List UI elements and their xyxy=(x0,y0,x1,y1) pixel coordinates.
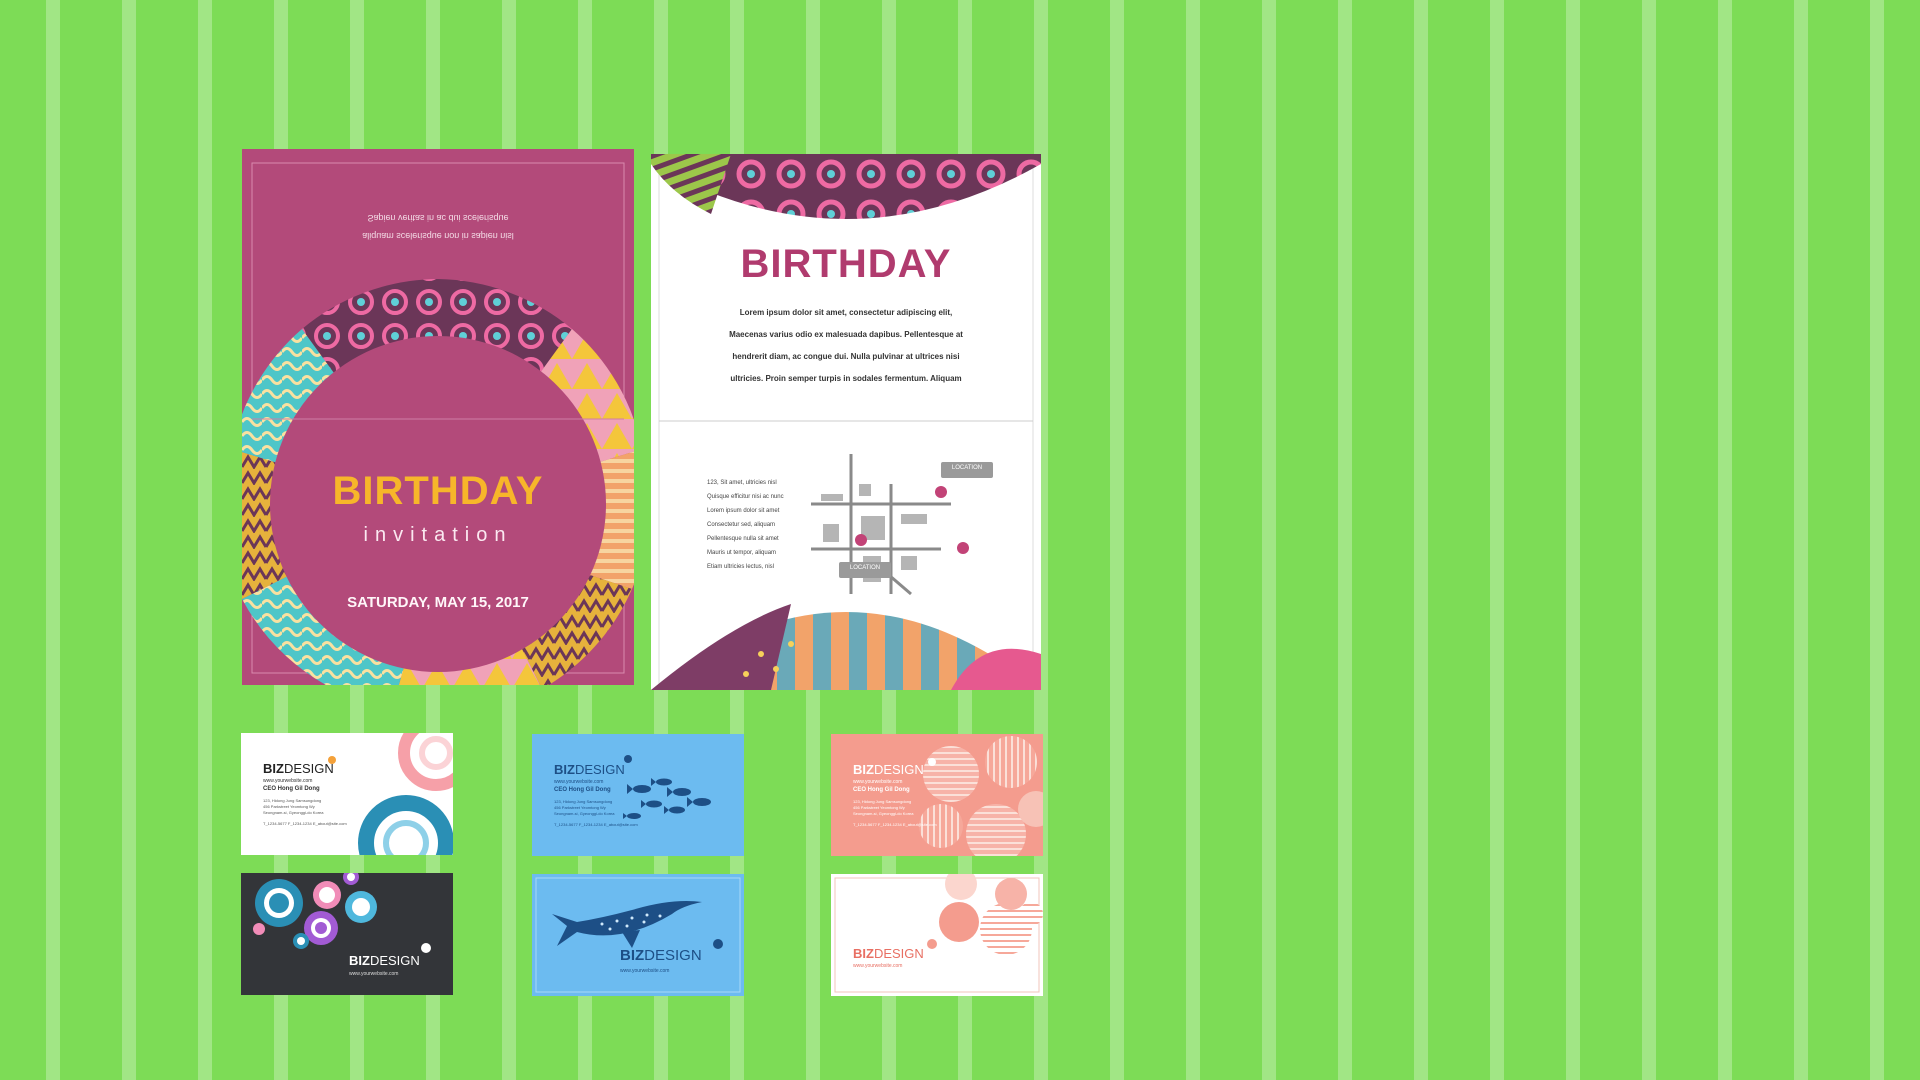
card-brand: BIZDESIGN xyxy=(554,762,625,777)
inner-body: Lorem ipsum dolor sit amet, consectetur … xyxy=(691,302,1001,390)
brand-light: DESIGN xyxy=(873,762,924,777)
card-brand: BIZDESIGN xyxy=(620,947,702,964)
map-tag-1-text: LOCATION xyxy=(951,465,983,471)
card-site: www.yourwebsite.com xyxy=(853,963,903,969)
address-line: 123, Sit amet, ultricies nisl xyxy=(707,480,777,486)
card-brand: BIZDESIGN xyxy=(853,946,924,961)
invitation-top-line-1: Sapien veritas in ac dui scelerisque xyxy=(367,213,509,223)
business-card-coral[interactable]: BIZDESIGN www.yourwebsite.com CEO Hong G… xyxy=(831,734,1043,856)
brand-bold: BIZ xyxy=(620,947,645,964)
card-person: CEO Hong Gil Dong xyxy=(853,787,910,793)
brand-light: DESIGN xyxy=(283,761,334,776)
invitation-subtitle: invitation xyxy=(363,524,513,546)
invitation-inner-artwork xyxy=(651,154,1041,690)
address-line: Pellentesque nulla sit amet xyxy=(707,536,779,542)
inner-body-line: hendrerit diam, ac congue dui. Nulla pul… xyxy=(732,352,960,361)
brand-bold: BIZ xyxy=(853,762,874,777)
inner-address: 123, Sit amet, ultricies nisl Quisque ef… xyxy=(707,476,827,574)
brand-light: DESIGN xyxy=(369,953,420,968)
card-person: CEO Hong Gil Dong xyxy=(263,786,320,792)
card-brand: BIZDESIGN xyxy=(263,761,334,776)
card-address-line: Seongnam-si, Gyeonggi-do Korea xyxy=(263,810,324,815)
card-address-line: Seongnam-si, Gyeonggi-do Korea xyxy=(554,811,615,816)
business-card-white-coral[interactable]: BIZDESIGN www.yourwebsite.com xyxy=(831,874,1043,996)
brand-bold: BIZ xyxy=(263,761,284,776)
brand-light: DESIGN xyxy=(574,762,625,777)
card-person: CEO Hong Gil Dong xyxy=(554,787,611,793)
card-site: www.yourwebsite.com xyxy=(263,778,313,784)
brand-bold: BIZ xyxy=(349,953,370,968)
map-tag-2-text: LOCATION xyxy=(849,565,881,571)
invitation-title: BIRTHDAY xyxy=(332,469,544,513)
brand-bold: BIZ xyxy=(554,762,575,777)
brand-bold: BIZ xyxy=(853,946,874,961)
card-contact: T_1234-5677 F_1234-1234 E_about@site.com xyxy=(263,821,347,826)
address-line: Consectetur sed, aliquam xyxy=(707,522,776,528)
card-contact: T_1234-5677 F_1234-1234 E_about@site.com xyxy=(853,822,937,827)
card-site: www.yourwebsite.com xyxy=(620,968,670,974)
inner-body-line: ultricies. Proin semper turpis in sodale… xyxy=(730,374,962,383)
invitation-date: SATURDAY, MAY 15, 2017 xyxy=(347,594,529,611)
address-line: Quisque efficitur nisi ac nunc xyxy=(707,494,784,500)
business-card-blue-fish[interactable]: BIZDESIGN www.yourwebsite.com CEO Hong G… xyxy=(532,734,744,856)
card-address: 123, Hidong Jung Samsungdong 456 Parkstr… xyxy=(554,799,614,817)
business-card-dark-circles[interactable]: BIZDESIGN www.yourwebsite.com xyxy=(241,873,453,995)
card-contact: T_1234-5677 F_1234-1234 E_about@site.com xyxy=(554,822,638,827)
address-line: Lorem ipsum dolor sit amet xyxy=(707,508,780,514)
card-address-line: Seongnam-si, Gyeonggi-do Korea xyxy=(853,811,914,816)
invitation-top-line-2: aliquam scelerisque non in sapien nisl xyxy=(362,231,514,241)
birthday-invitation-front[interactable]: Sapien veritas in ac dui scelerisque ali… xyxy=(242,149,634,685)
address-line: Etiam ultricies lectus, nisl xyxy=(707,564,775,570)
business-card-white-circles[interactable]: BIZDESIGN www.yourwebsite.com CEO Hong G… xyxy=(241,733,453,855)
address-line: Mauris ut tempor, aliquam xyxy=(707,550,777,556)
brand-light: DESIGN xyxy=(644,947,702,964)
inner-body-line: Maecenas varius odio ex malesuada dapibu… xyxy=(729,330,963,339)
card-site: www.yourwebsite.com xyxy=(554,779,604,785)
birthday-invitation-inner[interactable]: LOCATION LOCATION BIRTHDAY Lorem ipsum d… xyxy=(651,154,1041,690)
inner-title: BIRTHDAY xyxy=(740,242,952,286)
card-address: 123, Hidong Jung Samsungdong 456 Parkstr… xyxy=(263,798,323,816)
card-brand: BIZDESIGN xyxy=(349,953,420,968)
card-brand: BIZDESIGN xyxy=(853,762,924,777)
inner-body-line: Lorem ipsum dolor sit amet, consectetur … xyxy=(739,308,953,317)
card-address: 123, Hidong Jung Samsungdong 456 Parkstr… xyxy=(853,799,913,817)
card-site: www.yourwebsite.com xyxy=(853,779,903,785)
card-site: www.yourwebsite.com xyxy=(349,971,399,977)
brand-light: DESIGN xyxy=(873,946,924,961)
business-card-blue-whaleshark[interactable]: BIZDESIGN www.yourwebsite.com xyxy=(532,874,744,996)
